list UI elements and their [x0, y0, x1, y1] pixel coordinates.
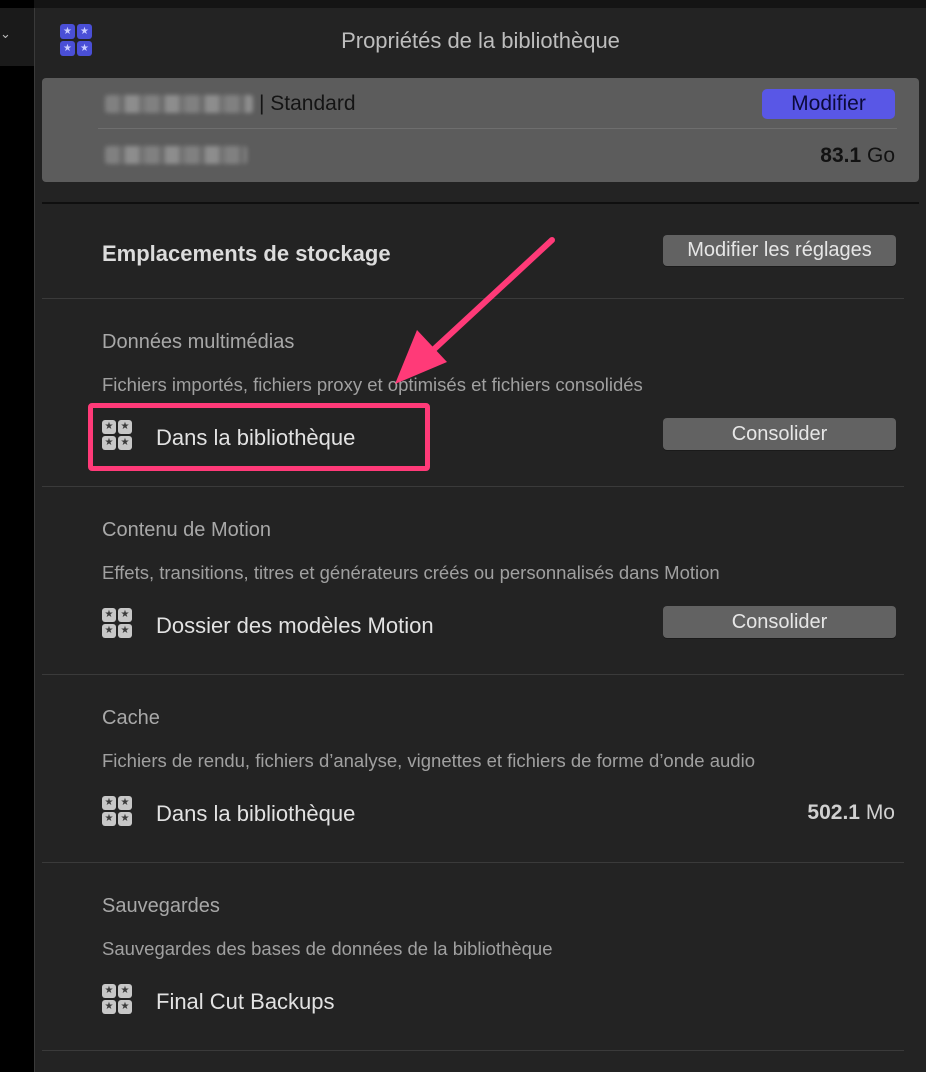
info-divider: [98, 128, 897, 129]
cache-size: 502.1 Mo: [807, 801, 895, 825]
backups-section-title: Sauvegardes: [102, 895, 220, 917]
consolidate-motion-button[interactable]: Consolider: [663, 606, 896, 638]
motion-location: Dossier des modèles Motion: [156, 613, 434, 638]
cache-section-description: Fichiers de rendu, fichiers d’analyse, v…: [102, 750, 755, 771]
library-size-unit: Go: [866, 144, 895, 167]
consolidate-media-button[interactable]: Consolider: [663, 418, 896, 450]
backups-section-description: Sauvegardes des bases de données de la b…: [102, 938, 553, 959]
library-properties-panel: ★ ★ ★ ★ Propriétés de la bibliothèque | Sta…: [35, 8, 926, 1072]
modify-button[interactable]: Modifier: [762, 89, 895, 119]
motion-section-description: Effets, transitions, titres et générateu…: [102, 562, 720, 583]
separator: [42, 674, 904, 675]
window-top-edge: [34, 0, 926, 8]
library-star-icon: ★ ★ ★ ★: [102, 608, 132, 638]
panel-title: Propriétés de la bibliothèque: [341, 28, 620, 53]
cache-section-title: Cache: [102, 707, 160, 729]
library-type: | Standard: [259, 92, 356, 115]
cache-location: Dans la bibliothèque: [156, 801, 356, 826]
media-section-title: Données multimédias: [102, 331, 295, 353]
separator: [42, 862, 904, 863]
redacted-library-name: [105, 95, 253, 113]
left-sidebar: ⌄: [0, 0, 35, 1072]
separator: [42, 486, 904, 487]
cache-size-unit: Mo: [865, 801, 895, 824]
media-section-description: Fichiers importés, fichiers proxy et opt…: [102, 374, 643, 395]
cache-size-value: 502.1: [807, 801, 860, 824]
separator: [42, 1050, 904, 1051]
library-size-value: 83.1: [820, 144, 862, 167]
library-size: 83.1 Go: [820, 144, 895, 168]
separator: [42, 202, 919, 204]
separator: [42, 298, 904, 299]
modify-settings-button[interactable]: Modifier les réglages: [663, 235, 896, 266]
chevron-down-icon[interactable]: ⌄: [0, 26, 11, 42]
library-info-box: | Standard Modifier 83.1 Go: [42, 78, 919, 182]
storage-title: Emplacements de stockage: [102, 241, 391, 266]
library-star-icon: ★ ★ ★ ★: [102, 796, 132, 826]
library-star-icon: ★ ★ ★ ★: [102, 984, 132, 1014]
backups-location: Final Cut Backups: [156, 989, 335, 1014]
redacted-library-path: [105, 146, 247, 164]
motion-section-title: Contenu de Motion: [102, 519, 272, 541]
annotation-highlight-box: [88, 403, 430, 471]
